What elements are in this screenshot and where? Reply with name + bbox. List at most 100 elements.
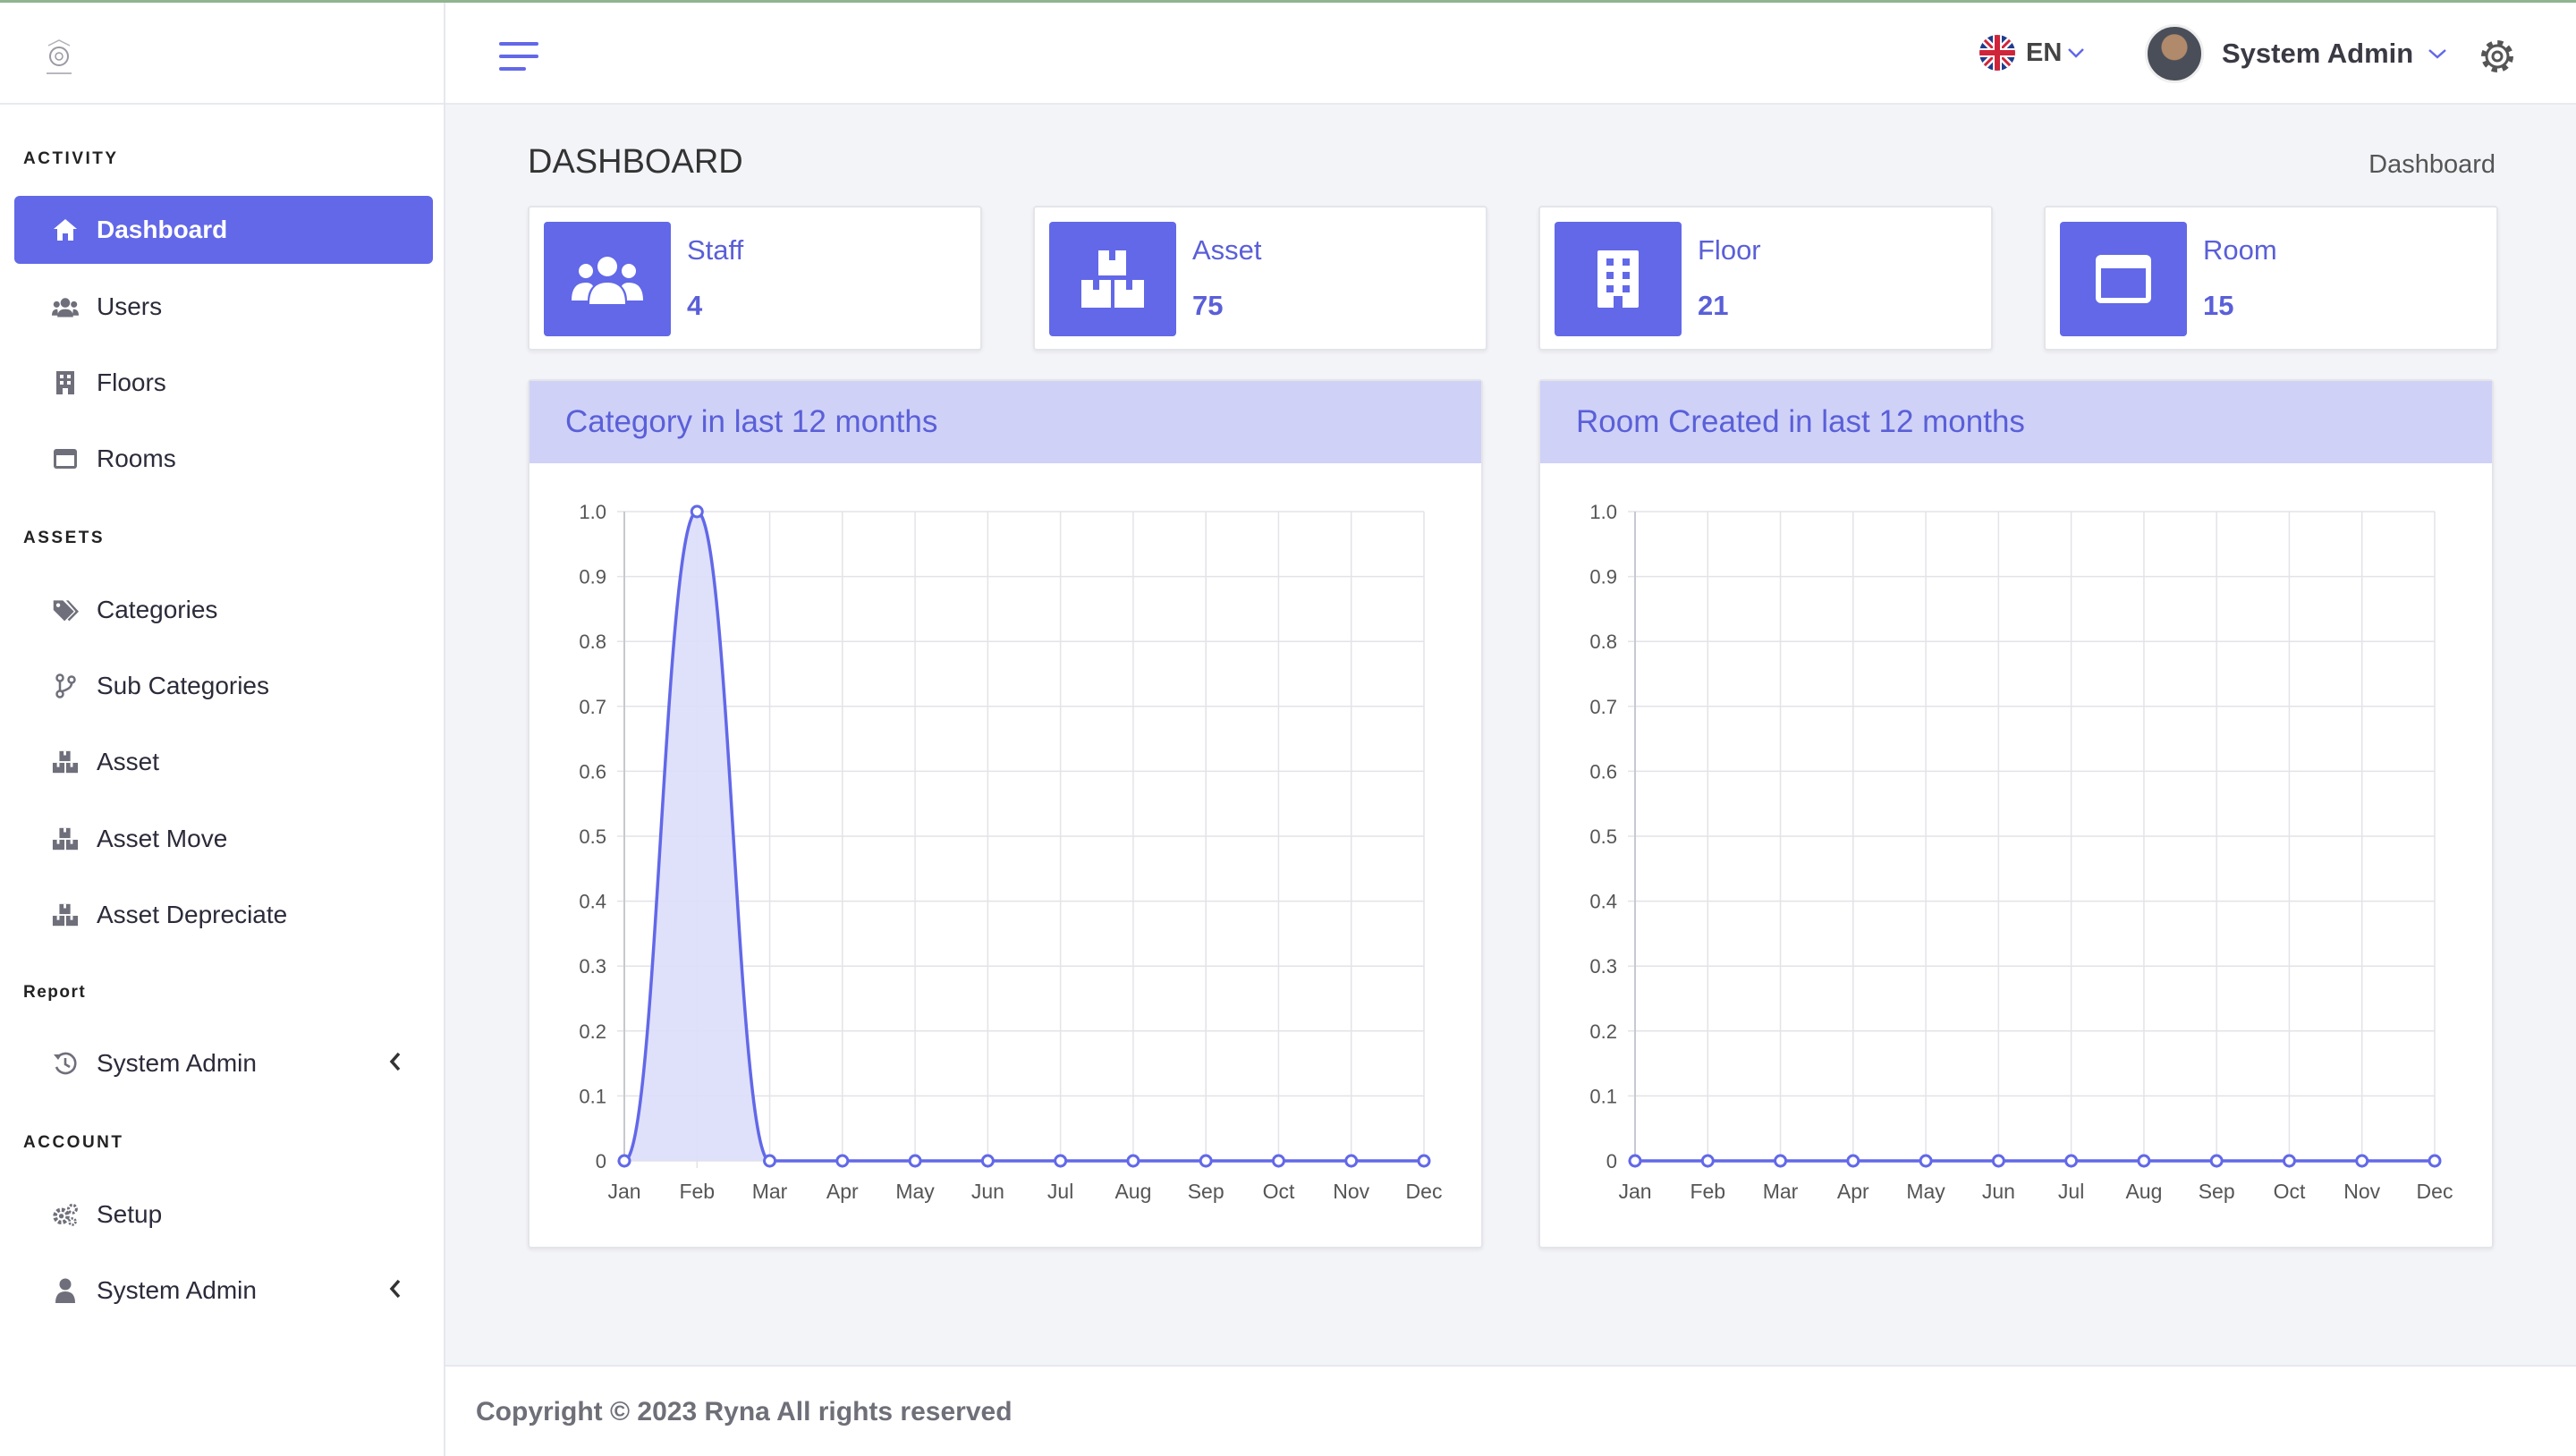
x-tick-label: Dec [1406, 1180, 1443, 1203]
sidebar-item-label: Asset Move [97, 825, 228, 852]
sidebar-item-floors[interactable]: Floors [14, 349, 433, 417]
x-tick-label: Aug [2125, 1180, 2162, 1203]
data-point[interactable] [2064, 1154, 2079, 1168]
y-tick-label: 0.8 [579, 631, 606, 653]
chart-panel-room-created: Room Created in last 12 months 0 0.1 0.2 0.… [1538, 379, 2494, 1249]
chart-panel-category: Category in last 12 months 0 0.1 0.2 0.3 0.4… [528, 379, 1483, 1249]
language-label: EN [2026, 38, 2063, 67]
x-tick-label: Feb [679, 1180, 715, 1203]
cogs-icon [52, 1201, 79, 1228]
section-title-report: Report [23, 983, 87, 1002]
data-point[interactable] [1417, 1154, 1431, 1168]
data-point[interactable] [1846, 1154, 1860, 1168]
data-point[interactable] [763, 1154, 777, 1168]
data-point[interactable] [1344, 1154, 1359, 1168]
x-tick-label: Jul [1047, 1180, 1073, 1203]
y-tick-label: 1.0 [1589, 501, 1617, 523]
sidebar-item-label: Categories [97, 596, 218, 623]
data-point[interactable] [2282, 1154, 2296, 1168]
sidebar-item-asset[interactable]: Asset [14, 728, 433, 796]
sidebar-item-asset-move[interactable]: Asset Move [14, 805, 433, 873]
data-point[interactable] [1199, 1154, 1213, 1168]
x-tick-label: May [895, 1180, 935, 1203]
y-tick-label: 0.4 [579, 891, 606, 913]
stat-value: 4 [687, 290, 703, 321]
y-tick-label: 0.5 [579, 825, 606, 848]
data-point[interactable] [2209, 1154, 2224, 1168]
section-title-assets: ASSETS [23, 529, 106, 547]
room-created-chart: 0 0.1 0.2 0.3 0.4 0.5 0.6 0.7 0.8 0.9 1.0 Jan Feb Mar… [1589, 501, 2453, 1203]
branch-icon [52, 673, 79, 699]
user-menu[interactable]: System Admin [2145, 24, 2447, 83]
sidebar-item-report-system-admin[interactable]: System Admin [14, 1029, 433, 1097]
x-tick-label: May [1906, 1180, 1945, 1203]
data-point[interactable] [1054, 1154, 1068, 1168]
data-point[interactable] [2355, 1154, 2369, 1168]
section-title-account: ACCOUNT [23, 1133, 124, 1152]
stat-card-asset[interactable]: Asset 75 [1033, 206, 1487, 351]
data-point[interactable] [2428, 1154, 2442, 1168]
sidebar-item-rooms[interactable]: Rooms [14, 425, 433, 493]
data-point[interactable] [1700, 1154, 1715, 1168]
data-point[interactable] [980, 1154, 995, 1168]
y-tick-label: 0.5 [1589, 825, 1617, 848]
data-point[interactable] [690, 504, 704, 519]
y-tick-label: 0.9 [1589, 566, 1617, 588]
x-tick-label: Nov [1333, 1180, 1369, 1203]
boxes-icon [52, 825, 79, 852]
sidebar-item-dashboard[interactable]: Dashboard [14, 196, 433, 264]
data-point[interactable] [835, 1154, 850, 1168]
sidebar-item-label: Floors [97, 368, 166, 396]
asset-icon [1049, 222, 1176, 336]
building-icon [52, 369, 79, 396]
boxes-icon [52, 902, 79, 928]
chevron-left-icon [389, 1052, 401, 1071]
data-point[interactable] [1126, 1154, 1140, 1168]
sidebar-item-label: Setup [97, 1200, 163, 1228]
sidebar-item-asset-depreciate[interactable]: Asset Depreciate [14, 881, 433, 949]
history-icon [52, 1050, 79, 1077]
x-tick-label: Jul [2058, 1180, 2084, 1203]
data-point[interactable] [617, 1154, 631, 1168]
data-point[interactable] [1774, 1154, 1788, 1168]
data-point[interactable] [2137, 1154, 2151, 1168]
sidebar-item-setup[interactable]: Setup [14, 1181, 433, 1249]
stat-card-room[interactable]: Room 15 [2044, 206, 2498, 351]
floor-icon [1555, 222, 1682, 336]
sidebar: ACTIVITY Dashboard Users Floors Rooms AS… [0, 3, 445, 1456]
x-tick-label: Apr [1837, 1180, 1869, 1203]
tags-icon [52, 597, 79, 623]
y-tick-label: 0.6 [1589, 760, 1617, 783]
sidebar-item-label: Rooms [97, 444, 176, 472]
sidebar-item-account-system-admin[interactable]: System Admin [14, 1257, 433, 1325]
chart-title: Category in last 12 months [530, 381, 1481, 463]
users-icon [52, 293, 79, 320]
sidebar-item-sub-categories[interactable]: Sub Categories [14, 652, 433, 720]
data-point[interactable] [1271, 1154, 1285, 1168]
breadcrumb[interactable]: Dashboard [2368, 150, 2496, 180]
copyright-text: Copyright © 2023 Ryna All rights reserve… [476, 1397, 1013, 1426]
x-tick-label: Apr [826, 1180, 859, 1203]
x-tick-label: Nov [2343, 1180, 2380, 1203]
sidebar-item-label: Dashboard [97, 216, 228, 243]
data-point[interactable] [1991, 1154, 2005, 1168]
stat-label: Staff [687, 234, 744, 266]
y-tick-label: 0.3 [579, 955, 606, 978]
y-tick-label: 0.6 [579, 760, 606, 783]
page-title: DASHBOARD [528, 143, 743, 181]
sidebar-item-users[interactable]: Users [14, 273, 433, 341]
y-tick-label: 0.8 [1589, 631, 1617, 653]
data-point[interactable] [908, 1154, 922, 1168]
data-point[interactable] [1628, 1154, 1642, 1168]
language-selector[interactable]: EN [1979, 35, 2085, 71]
y-tick-label: 0.7 [579, 696, 606, 718]
y-tick-label: 0 [596, 1150, 606, 1172]
logo-area[interactable] [0, 3, 444, 105]
data-point[interactable] [1919, 1154, 1933, 1168]
sidebar-item-categories[interactable]: Categories [14, 576, 433, 644]
gear-icon[interactable] [2478, 37, 2517, 76]
stat-card-floor[interactable]: Floor 21 [1538, 206, 1993, 351]
stat-card-staff[interactable]: Staff 4 [528, 206, 982, 351]
room-icon [52, 445, 79, 472]
menu-toggle-icon[interactable] [499, 42, 538, 71]
